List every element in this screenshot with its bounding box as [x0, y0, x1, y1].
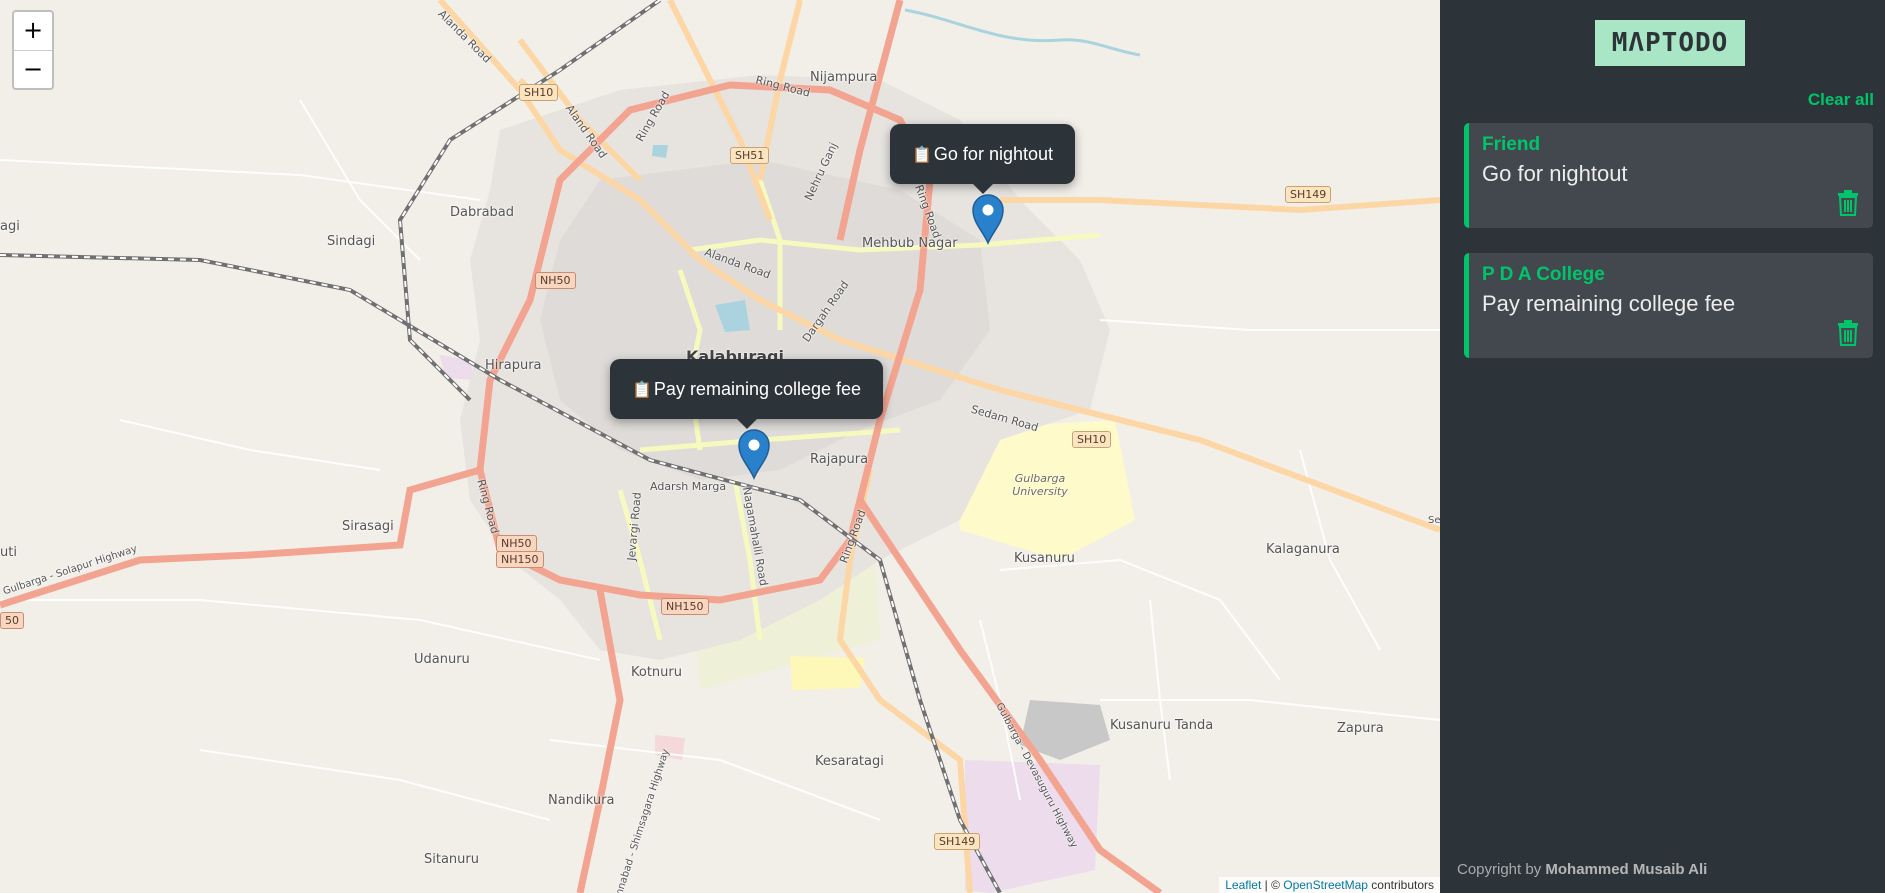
- road-shield: NH50: [496, 535, 537, 552]
- place-label: Kusanuru: [1014, 551, 1075, 566]
- river: [904, 8, 1141, 57]
- todo-title: Friend: [1482, 134, 1541, 155]
- road-shield: 50: [0, 612, 24, 629]
- todo-description: Go for nightout: [1482, 161, 1628, 186]
- attribution-separator: | ©: [1261, 878, 1284, 892]
- sidebar: MΛPTODO Clear all Friend Go for nightout…: [1440, 0, 1885, 893]
- map-marker-icon[interactable]: [971, 193, 1005, 245]
- place-label: Kesaratagi: [815, 754, 884, 769]
- todo-description: Pay remaining college fee: [1482, 291, 1736, 316]
- place-label: Udanuru: [414, 652, 470, 667]
- copyright-author: Mohammed Musaib Ali: [1545, 861, 1708, 878]
- map-tiles: [0, 0, 1440, 893]
- road-shield: SH10: [519, 84, 559, 101]
- popup-text: Pay remaining college fee: [653, 379, 862, 399]
- marker-popup[interactable]: 📋 Pay remaining college fee: [610, 359, 884, 429]
- zoom-control: + −: [12, 10, 54, 90]
- place-label: Nandikura: [548, 793, 615, 808]
- popup-text: Go for nightout: [933, 144, 1053, 164]
- road-shield: NH150: [496, 551, 544, 568]
- road-shield: NH50: [535, 272, 576, 289]
- clipboard-icon: 📋: [632, 382, 652, 399]
- place-label: Nijampura: [810, 70, 878, 85]
- clipboard-icon: 📋: [912, 147, 932, 164]
- place-label: Sirasagi: [342, 519, 394, 534]
- place-label: Zapura: [1337, 721, 1384, 736]
- copyright-prefix: Copyright by: [1457, 861, 1546, 878]
- place-label: Dabrabad: [450, 205, 515, 220]
- todo-card[interactable]: P D A College Pay remaining college fee: [1464, 253, 1873, 358]
- road-shield: SH51: [730, 147, 770, 164]
- place-label: Kalaganura: [1266, 542, 1340, 557]
- clear-all-button[interactable]: Clear all: [1808, 90, 1874, 110]
- map[interactable]: Nijampura Dabrabad Sindagi Mehbub Nagar …: [0, 0, 1440, 893]
- trash-icon[interactable]: [1837, 320, 1859, 346]
- map-attribution: Leaflet | © OpenStreetMap contributors: [1219, 877, 1440, 893]
- marker-popup[interactable]: 📋 Go for nightout: [890, 124, 1075, 194]
- place-label: Kotnuru: [631, 665, 682, 680]
- place-label: agi: [0, 219, 20, 234]
- place-label: Gulbarga University: [1012, 472, 1068, 498]
- road-shield: SH149: [1285, 186, 1332, 203]
- pond: [652, 145, 668, 158]
- place-label: Mehbub Nagar: [862, 236, 958, 251]
- attribution-suffix: contributors: [1367, 878, 1434, 892]
- app-logo: MΛPTODO: [1595, 20, 1745, 66]
- place-label: Sindagi: [327, 234, 376, 249]
- map-marker-icon[interactable]: [737, 428, 771, 480]
- zoom-out-button[interactable]: −: [14, 50, 52, 88]
- openstreetmap-link[interactable]: OpenStreetMap: [1283, 878, 1368, 892]
- todo-title: P D A College: [1482, 264, 1605, 285]
- road-shield: SH149: [934, 833, 981, 850]
- trash-icon[interactable]: [1837, 190, 1859, 216]
- road-label: Adarsh Marga: [650, 480, 727, 493]
- todo-card[interactable]: Friend Go for nightout: [1464, 123, 1873, 228]
- zoom-in-button[interactable]: +: [14, 12, 52, 50]
- road-label: Se: [1428, 515, 1440, 526]
- place-label: Hirapura: [485, 358, 542, 373]
- place-label: uti: [0, 545, 17, 560]
- copyright-text: Copyright by Mohammed Musaib Ali: [1457, 861, 1707, 878]
- road-shield: SH10: [1072, 431, 1112, 448]
- place-label: Rajapura: [810, 452, 869, 467]
- road-shield: NH150: [661, 598, 709, 615]
- leaflet-link[interactable]: Leaflet: [1225, 878, 1261, 892]
- place-label: Kusanuru Tanda: [1110, 718, 1214, 733]
- place-label: Sitanuru: [424, 852, 479, 867]
